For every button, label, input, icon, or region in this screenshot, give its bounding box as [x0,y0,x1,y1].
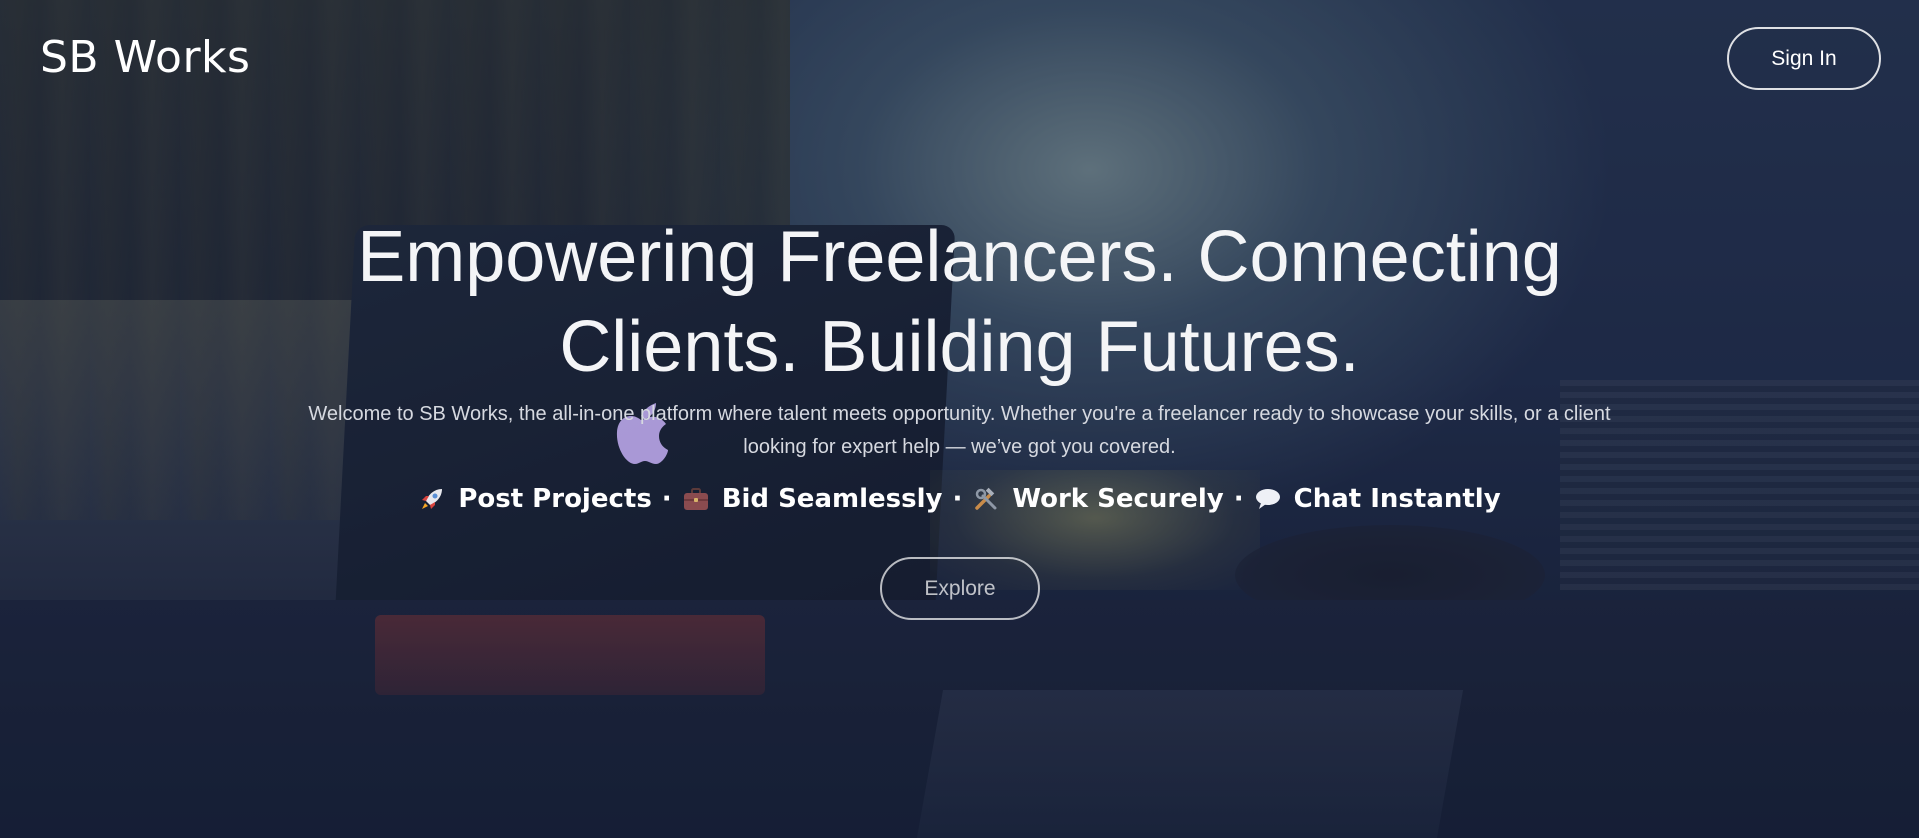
brand-logo[interactable]: SB Works [40,32,250,83]
feature-label: Work Securely [1012,484,1224,514]
hero-headline: Empowering Freelancers. Connecting Clien… [357,217,1562,387]
speech-bubble-icon [1254,485,1282,513]
feature-post-projects: Post Projects [418,484,652,514]
hero-section: SB Works Sign In Empowering Freelancers.… [0,0,1919,838]
rocket-icon [418,485,446,513]
feature-separator: · [952,484,963,514]
feature-label: Bid Seamlessly [721,484,943,514]
feature-label: Chat Instantly [1293,484,1501,514]
feature-list: Post Projects · Bid Seamlessly · Work Se… [0,484,1919,514]
feature-label: Post Projects [458,484,652,514]
feature-separator: · [1233,484,1244,514]
sign-in-button[interactable]: Sign In [1727,27,1881,90]
feature-bid-seamlessly: Bid Seamlessly [682,484,943,514]
hero-subtext: Welcome to SB Works, the all-in-one plat… [308,403,1611,458]
tools-icon [972,485,1000,513]
hero-content: Empowering Freelancers. Connecting Clien… [0,212,1919,514]
explore-button[interactable]: Explore [880,557,1040,620]
feature-chat-instantly: Chat Instantly [1254,484,1501,514]
briefcase-icon [682,485,710,513]
feature-separator: · [661,484,672,514]
feature-work-securely: Work Securely [972,484,1224,514]
